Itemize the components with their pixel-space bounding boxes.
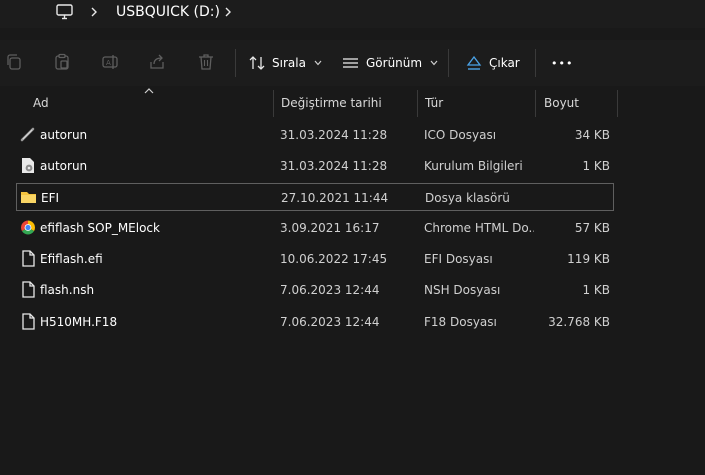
svg-text:A: A xyxy=(106,59,111,67)
file-date: 10.06.2022 17:45 xyxy=(280,252,388,266)
file-type: Kurulum Bilgileri xyxy=(424,159,523,173)
file-name: efiflash SOP_MElock xyxy=(40,221,160,235)
breadcrumb-chevron-icon[interactable] xyxy=(223,6,233,18)
file-size: 1 KB xyxy=(582,283,610,297)
eject-icon xyxy=(466,55,482,70)
chrome-icon xyxy=(21,220,35,235)
file-date: 27.10.2021 11:44 xyxy=(281,191,389,205)
column-divider[interactable] xyxy=(273,90,274,117)
toolbar-divider xyxy=(235,49,236,77)
file-row[interactable]: autorun 31.03.2024 11:28 Kurulum Bilgile… xyxy=(16,152,614,180)
file-type: EFI Dosyası xyxy=(424,252,493,266)
column-divider[interactable] xyxy=(617,90,618,117)
file-name: EFI xyxy=(41,191,60,205)
breadcrumb-drive[interactable]: USBQUICK (D:) xyxy=(116,4,220,20)
sort-ascending-icon xyxy=(144,88,154,94)
file-size: 57 KB xyxy=(574,221,610,235)
file-size: 32.768 KB xyxy=(548,315,610,329)
file-type: ICO Dosyası xyxy=(424,128,497,142)
file-size: 34 KB xyxy=(574,128,610,142)
command-bar: A Sırala Görünüm Çıkar ••• xyxy=(0,40,705,86)
file-name: flash.nsh xyxy=(40,283,95,297)
eject-label: Çıkar xyxy=(489,56,520,70)
view-label: Görünüm xyxy=(366,56,423,70)
column-header-date[interactable]: Değiştirme tarihi xyxy=(281,90,382,117)
view-button[interactable]: Görünüm xyxy=(342,52,438,74)
file-row[interactable]: EFI 27.10.2021 11:44 Dosya klasörü xyxy=(16,183,614,211)
file-type: F18 Dosyası xyxy=(424,315,497,329)
file-row[interactable]: H510MH.F18 7.06.2023 12:44 F18 Dosyası 3… xyxy=(16,308,614,336)
column-divider[interactable] xyxy=(535,90,536,117)
file-name: H510MH.F18 xyxy=(40,315,118,329)
chevron-down-icon xyxy=(314,60,322,66)
document-icon xyxy=(22,281,35,298)
breadcrumb-chevron-icon[interactable] xyxy=(89,6,99,18)
file-date: 7.06.2023 12:44 xyxy=(280,315,380,329)
column-divider[interactable] xyxy=(417,90,418,117)
see-more-button[interactable]: ••• xyxy=(551,52,573,74)
delete-icon[interactable] xyxy=(197,53,215,71)
file-row[interactable]: autorun 31.03.2024 11:28 ICO Dosyası 34 … xyxy=(16,121,614,149)
file-date: 31.03.2024 11:28 xyxy=(280,159,388,173)
file-name: Efiflash.efi xyxy=(40,252,103,266)
this-pc-icon[interactable] xyxy=(55,3,75,21)
file-type: Dosya klasörü xyxy=(425,191,510,205)
setup-info-icon xyxy=(22,158,34,173)
document-icon xyxy=(22,313,35,330)
ico-file-icon xyxy=(20,127,35,142)
file-row[interactable]: efiflash SOP_MElock 3.09.2021 16:17 Chro… xyxy=(16,214,614,242)
file-size: 119 KB xyxy=(567,252,610,266)
file-row[interactable]: flash.nsh 7.06.2023 12:44 NSH Dosyası 1 … xyxy=(16,276,614,304)
file-date: 31.03.2024 11:28 xyxy=(280,128,388,142)
sort-label: Sırala xyxy=(272,56,306,70)
file-size: 1 KB xyxy=(582,159,610,173)
file-row[interactable]: Efiflash.efi 10.06.2022 17:45 EFI Dosyas… xyxy=(16,245,614,273)
chevron-down-icon xyxy=(430,60,438,66)
sort-button[interactable]: Sırala xyxy=(248,52,322,74)
folder-icon xyxy=(21,192,36,203)
more-icon: ••• xyxy=(551,56,574,70)
copy-icon[interactable] xyxy=(5,53,23,71)
view-icon xyxy=(343,58,358,68)
sort-icon xyxy=(249,56,265,70)
file-type: Chrome HTML Do... xyxy=(424,221,534,235)
file-date: 7.06.2023 12:44 xyxy=(280,283,380,297)
column-header-type[interactable]: Tür xyxy=(425,90,443,117)
toolbar-divider xyxy=(448,49,449,77)
column-header-name[interactable]: Ad xyxy=(33,90,49,117)
toolbar-divider xyxy=(535,49,536,77)
file-type: NSH Dosyası xyxy=(424,283,501,297)
eject-button[interactable]: Çıkar xyxy=(466,52,520,74)
file-name: autorun xyxy=(40,128,88,142)
rename-icon[interactable]: A xyxy=(101,53,119,71)
file-name: autorun xyxy=(40,159,88,173)
document-icon xyxy=(22,250,35,267)
column-header-size[interactable]: Boyut xyxy=(544,90,579,117)
file-date: 3.09.2021 16:17 xyxy=(280,221,380,235)
address-bar: USBQUICK (D:) xyxy=(0,0,705,28)
share-icon[interactable] xyxy=(148,53,166,71)
paste-icon[interactable] xyxy=(53,53,71,71)
